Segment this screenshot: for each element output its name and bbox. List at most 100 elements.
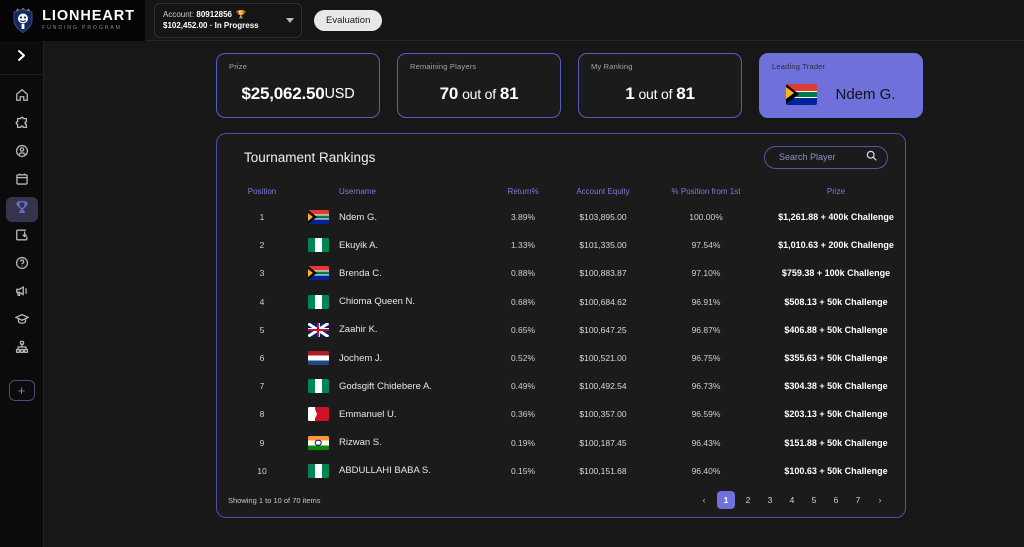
stat-card-leading-trader: Leading Trader Ndem G. [759,53,923,118]
pagination-page-3[interactable]: 3 [761,491,779,509]
table-row[interactable]: 8 Emmanuel U. 0.36% $100,357.00 96.59% $… [217,400,905,428]
cell-prize: $355.63 + 50k Challenge [784,353,888,364]
stat-card-remaining-players: Remaining Players 70 out of 81 [397,53,561,118]
search-placeholder: Search Player [779,152,836,162]
flag-icon-nigeria [307,238,329,253]
cell-username: Godsgift Chidebere A. [339,380,432,392]
cell-prize: $759.38 + 100k Challenge [781,268,891,279]
cell-equity: $101,335.00 [579,240,627,251]
pagination-page-5[interactable]: 5 [805,491,823,509]
flag-icon-nigeria [307,379,329,394]
cell-prize: $203.13 + 50k Challenge [784,409,888,420]
sidebar-item-announcements[interactable] [6,281,38,306]
table-row[interactable]: 6 Jochem J. 0.52% $100,521.00 96.75% $35… [217,344,905,372]
sidebar-item-home[interactable] [6,85,38,110]
cell-position: 1 [259,212,265,223]
cell-equity: $100,684.62 [579,296,627,307]
total-count: 81 [676,84,695,103]
brand-tagline: FUNDING PROGRAM [42,24,122,31]
sidebar-expand-button[interactable] [0,41,44,75]
sidebar-item-account[interactable] [6,141,38,166]
table-header-row: Position Username Return% Account Equity… [217,180,905,203]
table-row[interactable]: 5 Zaahir K. 0.65% $100,647.25 96.87% $40… [217,316,905,344]
trophy-icon: 🏆 [236,10,247,19]
pagination-prev[interactable]: ‹ [695,491,713,509]
stat-card-my-ranking: My Ranking 1 out of 81 [578,53,742,118]
table-row[interactable]: 2 Ekuyik A. 1.33% $101,335.00 97.54% $1,… [217,231,905,259]
chevron-down-icon[interactable] [286,18,294,23]
cell-username: Chioma Queen N. [339,296,416,308]
pagination-next[interactable]: › [871,491,889,509]
table-row[interactable]: 4 Chioma Queen N. 0.68% $100,684.62 96.9… [217,288,905,316]
sidebar-item-education[interactable] [6,309,38,334]
brand-name: LIONHEART [42,8,135,25]
cell-position: 2 [259,240,265,251]
sidebar-item-competitions[interactable] [5,197,38,222]
cell-equity: $100,521.00 [579,353,627,364]
table-row[interactable]: 7 Godsgift Chidebere A. 0.49% $100,492.5… [217,372,905,400]
cell-return: 3.89% [510,212,536,223]
cell-prize: $304.38 + 50k Challenge [784,381,888,392]
cell-prize: $406.88 + 50k Challenge [784,324,888,335]
pagination-page-4[interactable]: 4 [783,491,801,509]
cell-flag [297,238,339,253]
search-icon[interactable] [866,148,877,166]
cell-equity: $100,647.25 [579,324,627,335]
sidebar-item-affiliate[interactable] [6,337,38,362]
pagination: ‹ 1 2 3 4 5 6 7 › [695,491,889,509]
cell-prize: $1,261.88 + 400k Challenge [778,212,894,223]
sidebar-item-payouts[interactable] [6,225,38,250]
home-icon [15,88,29,107]
cell-equity: $100,492.54 [579,381,627,392]
table-row[interactable]: 1 Ndem G. 3.89% $103,895.00 100.00% $1,2… [217,203,905,231]
sidebar-item-calendar[interactable] [6,169,38,194]
cell-position-pct: 97.10% [691,268,721,279]
add-account-button[interactable]: + [8,380,35,401]
pagination-page-2[interactable]: 2 [739,491,757,509]
cell-position: 6 [259,353,265,364]
stat-label: Prize [229,62,248,71]
flag-icon-south-africa [786,83,818,105]
cell-username: Emmanuel U. [339,408,397,420]
table-row[interactable]: 3 Brenda C. 0.88% $100,883.87 97.10% $75… [217,259,905,287]
table-row[interactable]: 9 Rizwan S. 0.19% $100,187.45 96.43% $15… [217,429,905,457]
cell-username: Ekuyik A. [339,239,379,251]
flag-icon-netherlands [307,351,329,366]
chevron-right-icon [15,49,28,67]
help-circle-icon [15,256,29,275]
evaluation-badge[interactable]: Evaluation [314,9,383,31]
cell-position-pct: 100.00% [689,212,723,223]
stat-label: My Ranking [591,62,633,71]
cell-return: 0.88% [510,268,536,279]
pagination-page-1[interactable]: 1 [717,491,735,509]
cell-equity: $100,151.68 [579,465,627,476]
leading-trader-name: Ndem G. [835,85,896,103]
table-row[interactable]: 10 ABDULLAHI BABA S. 0.15% $100,151.68 9… [217,457,905,485]
cell-position-pct: 96.40% [691,465,721,476]
cell-flag [297,210,339,225]
cell-position-pct: 97.54% [691,240,721,251]
account-selector[interactable]: Account: 80912856 🏆 $102,452.00 · In Pro… [154,2,302,38]
pagination-page-6[interactable]: 6 [827,491,845,509]
cell-position-pct: 96.59% [691,409,721,420]
cell-username: Brenda C. [339,267,382,279]
search-player-input[interactable]: Search Player [764,145,888,169]
sidebar-item-challenges[interactable] [6,113,38,138]
cell-return: 0.65% [510,324,536,335]
calendar-icon [15,172,29,191]
cell-username: Zaahir K. [339,324,378,336]
pagination-page-7[interactable]: 7 [849,491,867,509]
cell-equity: $100,883.87 [579,268,627,279]
column-header-prize: Prize [826,187,846,196]
stat-value: $25,062.50 USD [229,71,367,117]
sidebar-item-help[interactable] [6,253,38,278]
cell-position-pct: 96.43% [691,437,721,448]
cell-position: 5 [259,324,265,335]
cell-username: ABDULLAHI BABA S. [339,465,431,477]
brand-logo[interactable]: LIONHEART FUNDING PROGRAM [0,0,145,41]
cell-position-pct: 96.73% [691,381,721,392]
lion-shield-icon [10,7,36,34]
cell-username: Rizwan S. [339,437,382,449]
flag-icon-nigeria [307,294,329,309]
cell-return: 1.33% [510,240,536,251]
